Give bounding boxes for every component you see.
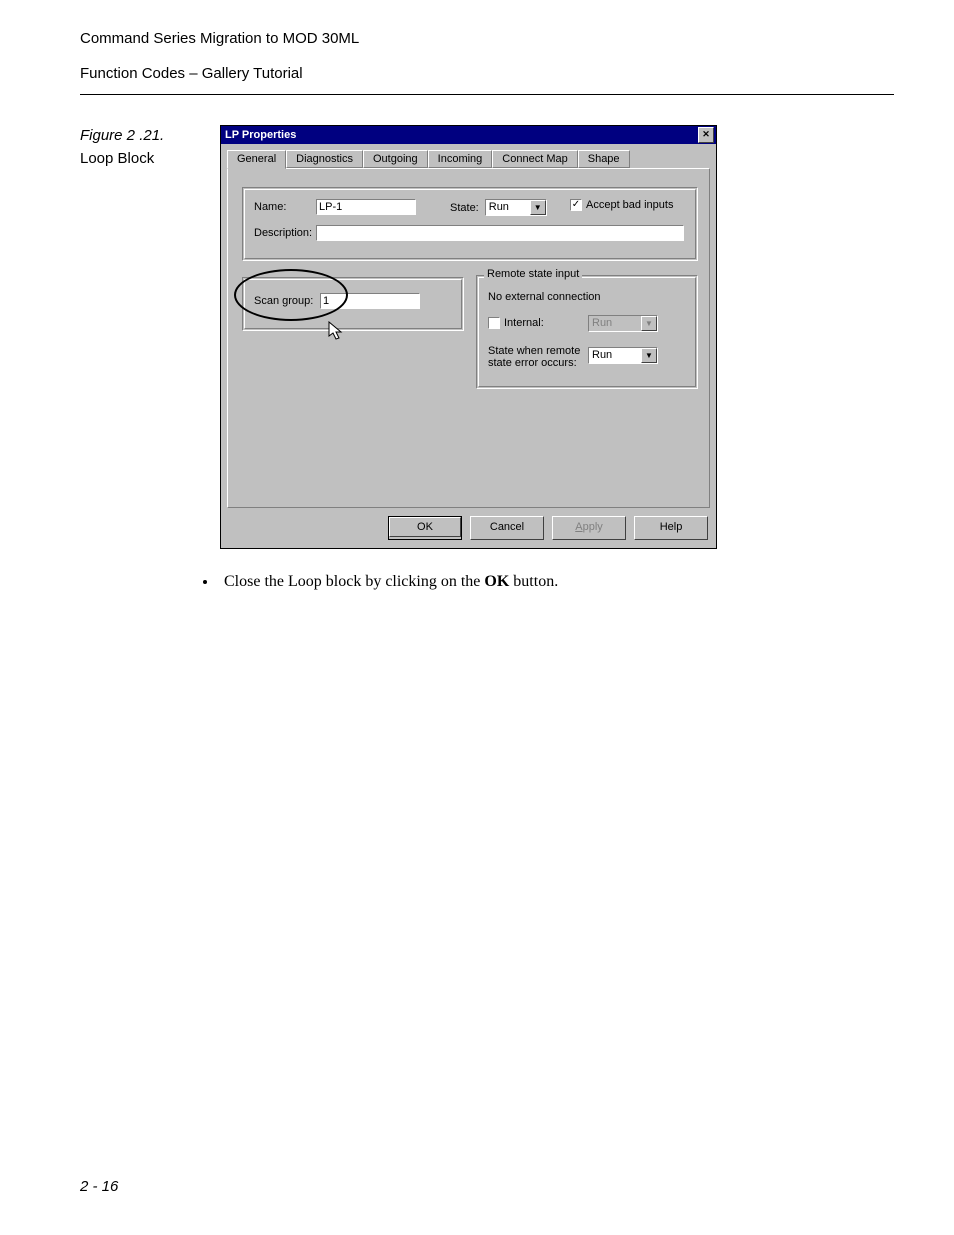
name-field[interactable]: LP-1 [316,199,416,215]
state-select-value: Run [486,200,530,215]
accept-bad-checkbox[interactable]: ✓ [570,199,582,211]
state-select[interactable]: Run ▼ [485,199,547,216]
chevron-down-icon: ▼ [530,200,546,215]
remote-group-legend: Remote state input [484,268,582,280]
state-error-select-value: Run [589,348,641,363]
instruction-block: Close the Loop block by clicking on the … [190,573,894,591]
internal-label: Internal: [504,317,544,329]
ok-button[interactable]: OK [388,516,462,540]
tab-body-general: Name: LP-1 State: Run ▼ ✓ Acce [227,168,710,508]
dialog-titlebar[interactable]: LP Properties ✕ [221,126,716,144]
state-error-label-1: State when remote [488,345,580,357]
annotation-ellipse [234,269,348,321]
instruction-item: Close the Loop block by clicking on the … [218,573,894,591]
tab-diagnostics[interactable]: Diagnostics [286,150,363,168]
dialog-title: LP Properties [225,129,698,141]
internal-select-value: Run [589,316,641,331]
tab-shape[interactable]: Shape [578,150,630,168]
close-icon[interactable]: ✕ [698,127,714,143]
dialog-button-row: OK Cancel Apply Help [221,514,716,548]
internal-select: Run ▼ [588,315,658,332]
figure-caption: Figure 2 .21. [80,127,220,144]
cancel-button[interactable]: Cancel [470,516,544,540]
description-field[interactable] [316,225,684,241]
accept-bad-label: Accept bad inputs [586,199,673,211]
name-label: Name: [254,201,310,213]
tab-connect-map[interactable]: Connect Map [492,150,577,168]
cursor-icon [328,321,346,341]
tab-strip: General Diagnostics Outgoing Incoming Co… [221,144,716,168]
tab-outgoing[interactable]: Outgoing [363,150,428,168]
state-error-label-2: state error occurs: [488,357,580,369]
state-label: State: [450,202,479,214]
page-number: 2 - 16 [80,1178,118,1195]
state-error-select[interactable]: Run ▼ [588,347,658,364]
header-rule [80,94,894,95]
doc-header-2: Function Codes – Gallery Tutorial [80,65,894,82]
chevron-down-icon: ▼ [641,348,657,363]
chevron-down-icon: ▼ [641,316,657,331]
figure-subcaption: Loop Block [80,150,220,167]
tab-incoming[interactable]: Incoming [428,150,493,168]
help-button[interactable]: Help [634,516,708,540]
lp-properties-dialog: LP Properties ✕ General Diagnostics Outg… [220,125,717,549]
apply-button: Apply [552,516,626,540]
tab-general[interactable]: General [227,150,286,169]
description-label: Description: [254,227,310,239]
internal-checkbox[interactable] [488,317,500,329]
remote-no-ext-label: No external connection [488,291,601,303]
doc-header-1: Command Series Migration to MOD 30ML [80,30,894,47]
